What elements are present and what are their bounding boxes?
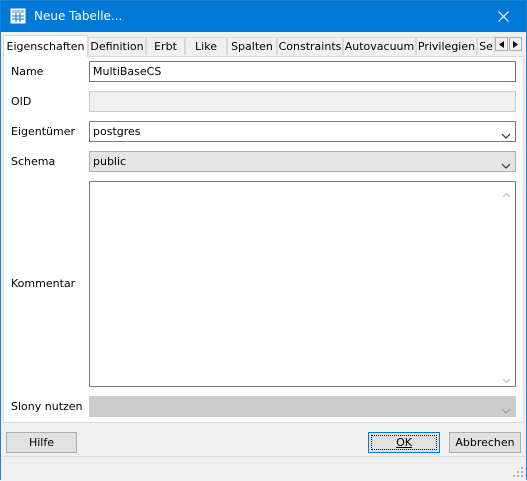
slony-label: Slony nutzen	[11, 400, 83, 413]
close-icon	[497, 11, 509, 22]
tab-eigenschaften[interactable]: Eigenschaften	[3, 35, 88, 57]
schema-value: public	[93, 155, 127, 168]
title-bar[interactable]: Neue Tabelle...	[1, 1, 526, 32]
tab-strip: Eigenschaften Definition Erbt Like Spalt…	[3, 35, 524, 57]
slony-dropdown	[89, 396, 516, 417]
comment-label: Kommentar	[11, 277, 76, 290]
schema-dropdown[interactable]: public	[89, 151, 516, 172]
chevron-down-icon[interactable]	[502, 374, 511, 384]
help-button[interactable]: Hilfe	[6, 432, 77, 453]
comment-scrollbar[interactable]	[498, 182, 515, 386]
tab-spalten[interactable]: Spalten	[227, 37, 277, 55]
name-field[interactable]: MultiBaseCS	[89, 61, 516, 82]
tab-definition[interactable]: Definition	[88, 37, 146, 55]
owner-label: Eigentümer	[11, 125, 76, 138]
oid-field	[89, 91, 516, 112]
tab-scroll-left-button[interactable]	[495, 37, 508, 51]
chevron-up-icon[interactable]	[502, 188, 511, 198]
tab-like[interactable]: Like	[185, 37, 227, 55]
tab-privilegien[interactable]: Privilegien	[416, 37, 477, 55]
tab-security-partial[interactable]: Se	[477, 37, 495, 55]
ok-button[interactable]: OK	[368, 432, 440, 453]
triangle-left-icon	[499, 40, 504, 48]
window-title: Neue Tabelle...	[34, 9, 123, 23]
focus-rectangle	[371, 435, 437, 450]
close-button[interactable]	[480, 1, 526, 32]
status-bar	[1, 456, 526, 480]
tab-erbt[interactable]: Erbt	[146, 37, 185, 55]
tab-scroll-right-button[interactable]	[509, 37, 522, 51]
table-icon	[10, 8, 26, 24]
oid-label: OID	[11, 95, 32, 108]
owner-value: postgres	[93, 125, 141, 138]
tab-constraints[interactable]: Constraints	[277, 37, 343, 55]
name-label: Name	[11, 65, 44, 78]
triangle-right-icon	[513, 40, 518, 48]
chevron-down-icon	[501, 157, 511, 169]
cancel-button[interactable]: Abbrechen	[449, 432, 521, 453]
resize-grip-icon[interactable]	[512, 466, 524, 478]
chevron-down-icon	[501, 127, 511, 139]
comment-textarea[interactable]	[89, 181, 516, 387]
tab-autovacuum[interactable]: Autovacuum	[343, 37, 416, 55]
chevron-down-icon	[501, 402, 511, 414]
owner-dropdown[interactable]: postgres	[89, 121, 516, 142]
dialog-window: Neue Tabelle... Eigenschaften Definition…	[0, 0, 527, 480]
schema-label: Schema	[11, 155, 56, 168]
